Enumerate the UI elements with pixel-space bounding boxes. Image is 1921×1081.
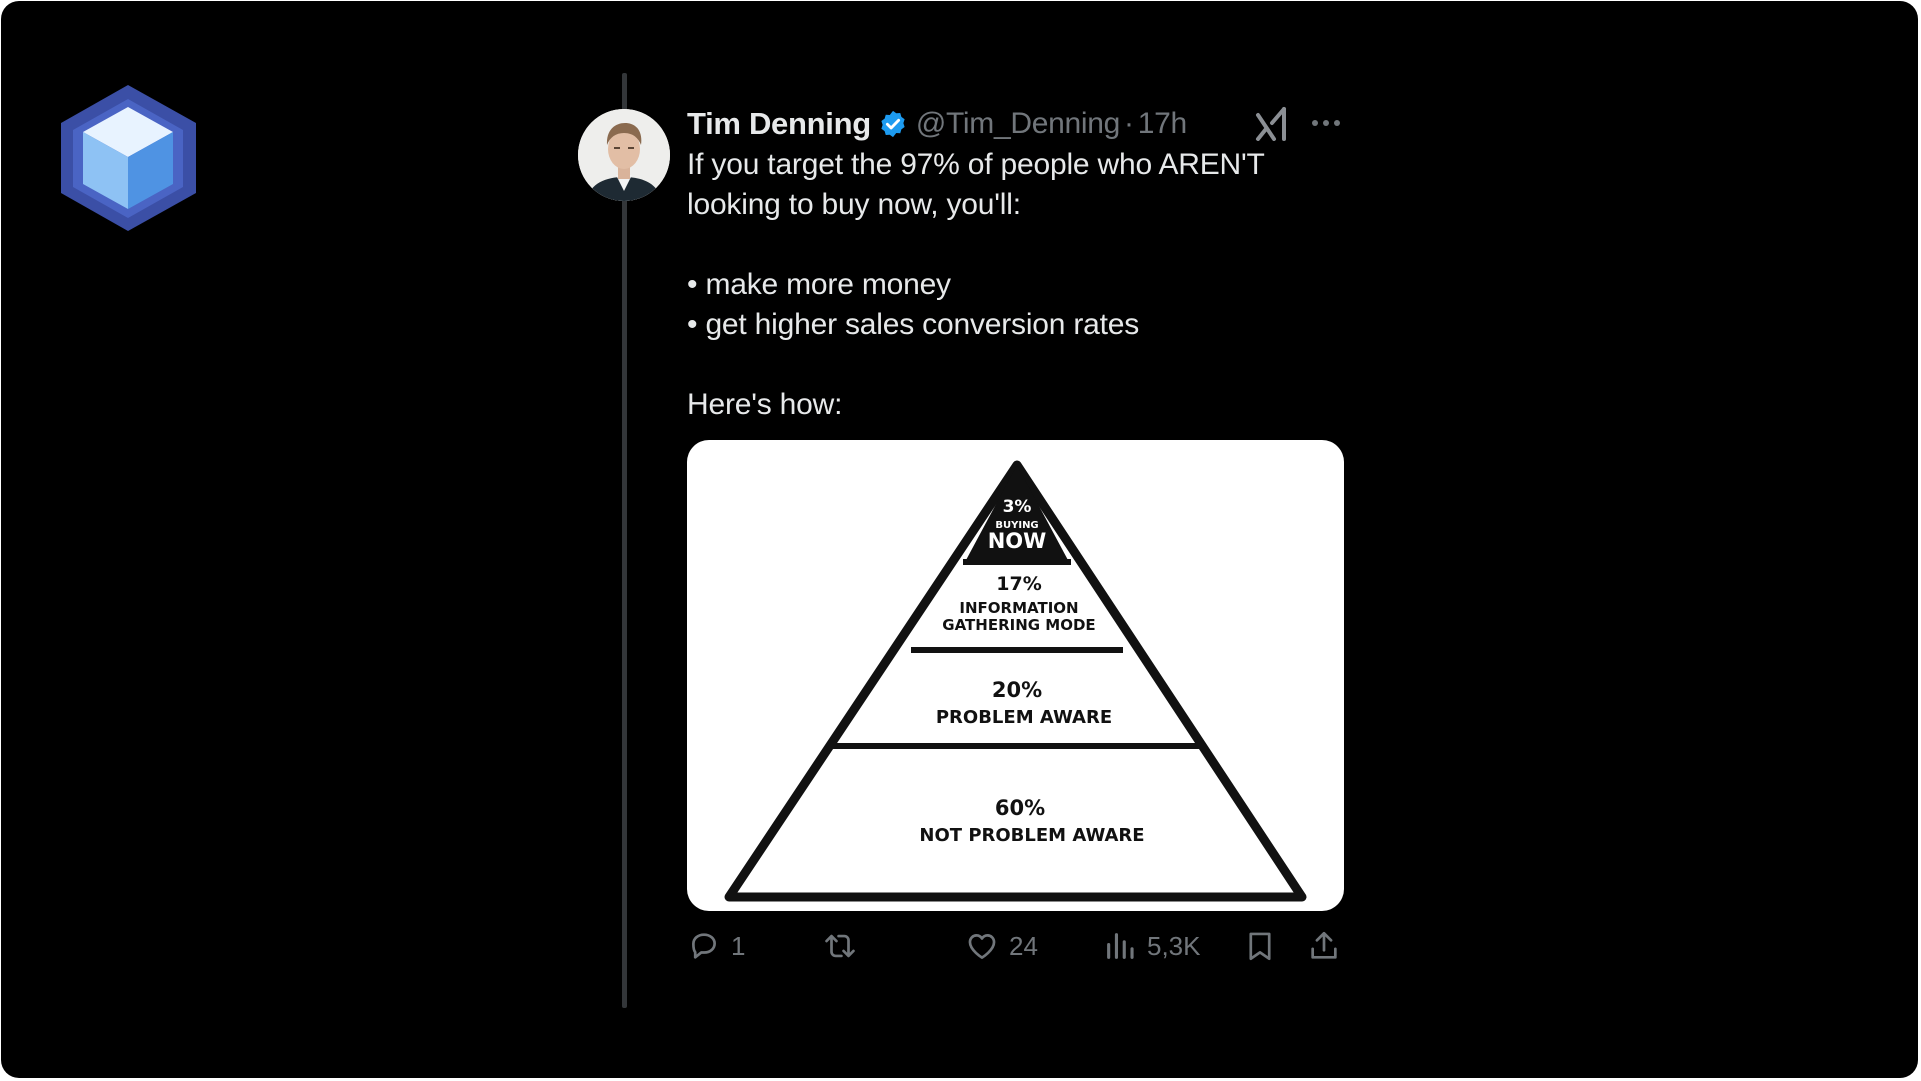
heart-icon [968,934,996,959]
avatar-portrait-icon [578,109,670,201]
tweet-timestamp[interactable]: 17h [1138,107,1187,141]
tier-1-label: NOW [988,529,1047,553]
like-count: 24 [1009,930,1038,961]
share-button[interactable] [1307,926,1341,966]
views-count: 5,3K [1147,930,1201,961]
tweet-text: If you target the 97% of people who AREN… [687,145,1347,425]
repost-button[interactable] [823,926,867,966]
tier-2-percent: 17% [996,573,1041,595]
cube-logo-icon [61,85,196,231]
grok-icon[interactable] [1254,105,1290,141]
tweet-action-bar: 1 24 5,3K [687,926,1347,966]
tier-2-label-line1: INFORMATION [959,599,1078,617]
tier-1-percent: 3% [1003,497,1032,517]
views-icon [1107,933,1134,959]
repost-icon [825,934,855,958]
pyramid-diagram: 3% BUYING NOW 17% INFORMATION GATHERING … [724,460,1307,902]
reply-icon [692,933,716,959]
reply-count: 1 [731,930,746,961]
avatar[interactable] [578,109,670,201]
tier-4-label: NOT PROBLEM AWARE [919,825,1144,846]
tweet-text-line: Here's how: [687,388,843,421]
tweet-text-line: If you target the 97% of people who AREN… [687,148,1265,221]
tier-2-label-line2: GATHERING MODE [942,616,1095,634]
tweet-text-spacer [687,225,1347,265]
bookmark-icon [1249,932,1271,961]
reply-button[interactable]: 1 [687,926,745,966]
bookmark-button[interactable] [1243,926,1277,966]
verified-badge-icon [881,110,905,138]
tweet-text-line: • get higher sales conversion rates [687,308,1140,341]
tweet-media-image[interactable]: 3% BUYING NOW 17% INFORMATION GATHERING … [687,440,1344,911]
author-name[interactable]: Tim Denning [687,106,871,142]
separator-dot: · [1124,107,1134,140]
views-button[interactable]: 5,3K [1103,926,1201,966]
more-options-icon[interactable] [1311,113,1341,133]
tier-4-percent: 60% [995,796,1045,820]
tier-3-percent: 20% [992,678,1042,702]
share-icon [1311,931,1337,959]
tweet-text-spacer [687,345,1347,385]
tweet-text-line: • make more money [687,268,951,301]
tweet-header: Tim Denning @Tim_Denning · 17h [687,104,1187,144]
like-button[interactable]: 24 [965,926,1038,966]
author-handle[interactable]: @Tim_Denning [916,107,1120,141]
tier-3-label: PROBLEM AWARE [936,707,1112,728]
thread-line [622,73,627,1008]
app-frame: Tim Denning @Tim_Denning · 17h If you ta… [1,1,1918,1078]
